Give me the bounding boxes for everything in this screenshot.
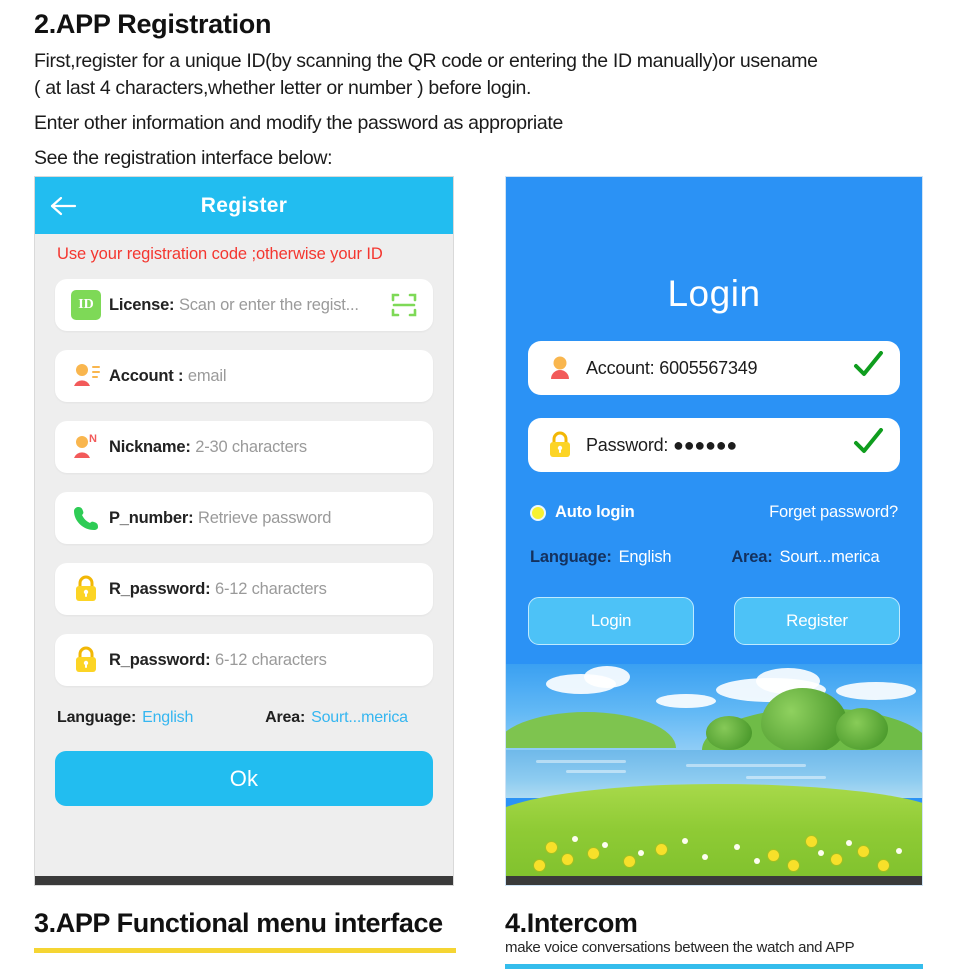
login-title: Login — [667, 273, 761, 314]
login-language-label: Language: — [530, 548, 612, 566]
register-language-selector[interactable]: Language: English — [57, 709, 193, 727]
account-field[interactable]: Account : email — [55, 350, 433, 403]
login-screen-mockup: Login Account: 6005567349 Password: ●●●●… — [505, 176, 923, 886]
tree-small-right-icon — [836, 708, 888, 750]
password-label-2: R_password: — [109, 650, 211, 669]
tree-large-icon — [761, 688, 847, 754]
account-person-icon — [544, 352, 576, 384]
login-device-bottom-bar — [506, 876, 922, 885]
login-button-row: Login Register — [506, 567, 922, 645]
login-account-value: 6005567349 — [659, 357, 758, 378]
check-mark-icon — [852, 427, 884, 463]
section-4-divider — [505, 964, 923, 970]
register-area-selector[interactable]: Area: Sourt...merica — [265, 709, 408, 727]
phone-number-placeholder: Retrieve password — [197, 508, 332, 527]
check-mark-icon — [852, 350, 884, 386]
register-area-value: Sourt...merica — [311, 709, 408, 727]
register-screen-mockup: Register Use your registration code ;oth… — [34, 176, 454, 886]
register-language-value: English — [142, 709, 194, 727]
auto-login-radio-icon[interactable] — [530, 504, 546, 521]
login-language-value: English — [618, 548, 672, 566]
screenshots-row: Register Use your registration code ;oth… — [0, 176, 960, 896]
intro-paragraph-2: ( at last 4 characters,whether letter or… — [34, 77, 532, 100]
auto-login-label: Auto login — [555, 503, 635, 521]
register-device-bottom-bar — [35, 876, 453, 885]
password-field-2[interactable]: R_password: 6-12 characters — [55, 634, 433, 687]
nickname-field[interactable]: N Nickname: 2-30 characters — [55, 421, 433, 474]
nickname-placeholder: 2-30 characters — [195, 437, 307, 456]
login-field-list: Account: 6005567349 Password: ●●●●●● — [506, 315, 922, 472]
qr-scan-icon[interactable] — [389, 291, 419, 319]
login-account-label: Account: — [586, 357, 655, 378]
cloud-icon — [584, 666, 630, 688]
register-title: Register — [200, 193, 288, 217]
login-language-selector[interactable]: Language: English — [530, 548, 672, 567]
register-button[interactable]: Register — [734, 597, 900, 645]
phone-number-label: P_number: — [109, 508, 194, 527]
document-intro: 2.APP Registration First,register for a … — [34, 8, 934, 173]
id-badge-icon: ID — [69, 288, 103, 322]
intro-paragraph-3: Enter other information and modify the p… — [34, 112, 563, 135]
cloud-icon — [656, 694, 716, 708]
lock-icon — [544, 429, 576, 461]
login-area-value: Sourt...merica — [779, 548, 880, 566]
id-badge-text: ID — [71, 290, 101, 321]
section-4-title: 4.Intercom — [505, 908, 638, 938]
password-placeholder-1: 6-12 characters — [215, 579, 327, 598]
cloud-icon — [836, 682, 916, 700]
account-label: Account : — [109, 366, 184, 385]
section-4-subtitle: make voice conversations between the wat… — [505, 939, 855, 957]
section-3-block: 3.APP Functional menu interface — [34, 908, 458, 954]
landscape-wallpaper — [506, 664, 922, 876]
section-3-divider — [34, 948, 456, 954]
license-field[interactable]: ID License: Scan or enter the regist... — [55, 279, 433, 332]
password-label-1: R_password: — [109, 579, 211, 598]
account-placeholder: email — [187, 366, 227, 385]
register-title-bar: Register — [35, 177, 453, 234]
register-field-list: ID License: Scan or enter the regist... — [35, 265, 453, 687]
login-account-field[interactable]: Account: 6005567349 — [528, 341, 900, 395]
login-password-value: ●●●●●● — [673, 434, 738, 455]
intro-paragraph-4: See the registration interface below: — [34, 146, 333, 169]
phone-icon — [69, 501, 103, 535]
password-placeholder-2: 6-12 characters — [215, 650, 327, 669]
login-options-row: Auto login Forget password? — [506, 495, 922, 522]
license-label: License: — [109, 295, 175, 314]
back-arrow-icon[interactable] — [35, 195, 91, 217]
register-meta-row: Language: English Area: Sourt...merica — [35, 705, 453, 727]
login-password-label: Password: — [586, 434, 669, 455]
page-title: 2.APP Registration — [34, 9, 272, 39]
login-meta-row: Language: English Area: Sourt...merica — [506, 522, 922, 567]
nickname-person-icon: N — [69, 430, 103, 464]
svg-text:N: N — [89, 433, 97, 445]
nickname-label: Nickname: — [109, 437, 191, 456]
tree-small-left-icon — [706, 716, 752, 750]
license-placeholder: Scan or enter the regist... — [178, 295, 359, 314]
password-field-1[interactable]: R_password: 6-12 characters — [55, 563, 433, 616]
login-button[interactable]: Login — [528, 597, 694, 645]
section-4-block: 4.Intercom make voice conversations betw… — [505, 908, 925, 970]
intro-paragraph-1: First,register for a unique ID(by scanni… — [34, 49, 818, 72]
login-area-label: Area: — [731, 548, 773, 566]
lock-icon — [69, 572, 103, 606]
forget-password-link[interactable]: Forget password? — [769, 503, 898, 522]
register-area-label: Area: — [265, 709, 306, 727]
registration-warning-text: Use your registration code ;otherwise yo… — [57, 245, 383, 263]
login-password-field[interactable]: Password: ●●●●●● — [528, 418, 900, 472]
section-3-title: 3.APP Functional menu interface — [34, 908, 443, 938]
lock-icon — [69, 643, 103, 677]
register-language-label: Language: — [57, 709, 137, 727]
account-person-icon — [69, 359, 103, 393]
phone-number-field[interactable]: P_number: Retrieve password — [55, 492, 433, 545]
ok-button[interactable]: Ok — [55, 751, 433, 807]
login-area-selector[interactable]: Area: Sourt...merica — [731, 548, 879, 567]
